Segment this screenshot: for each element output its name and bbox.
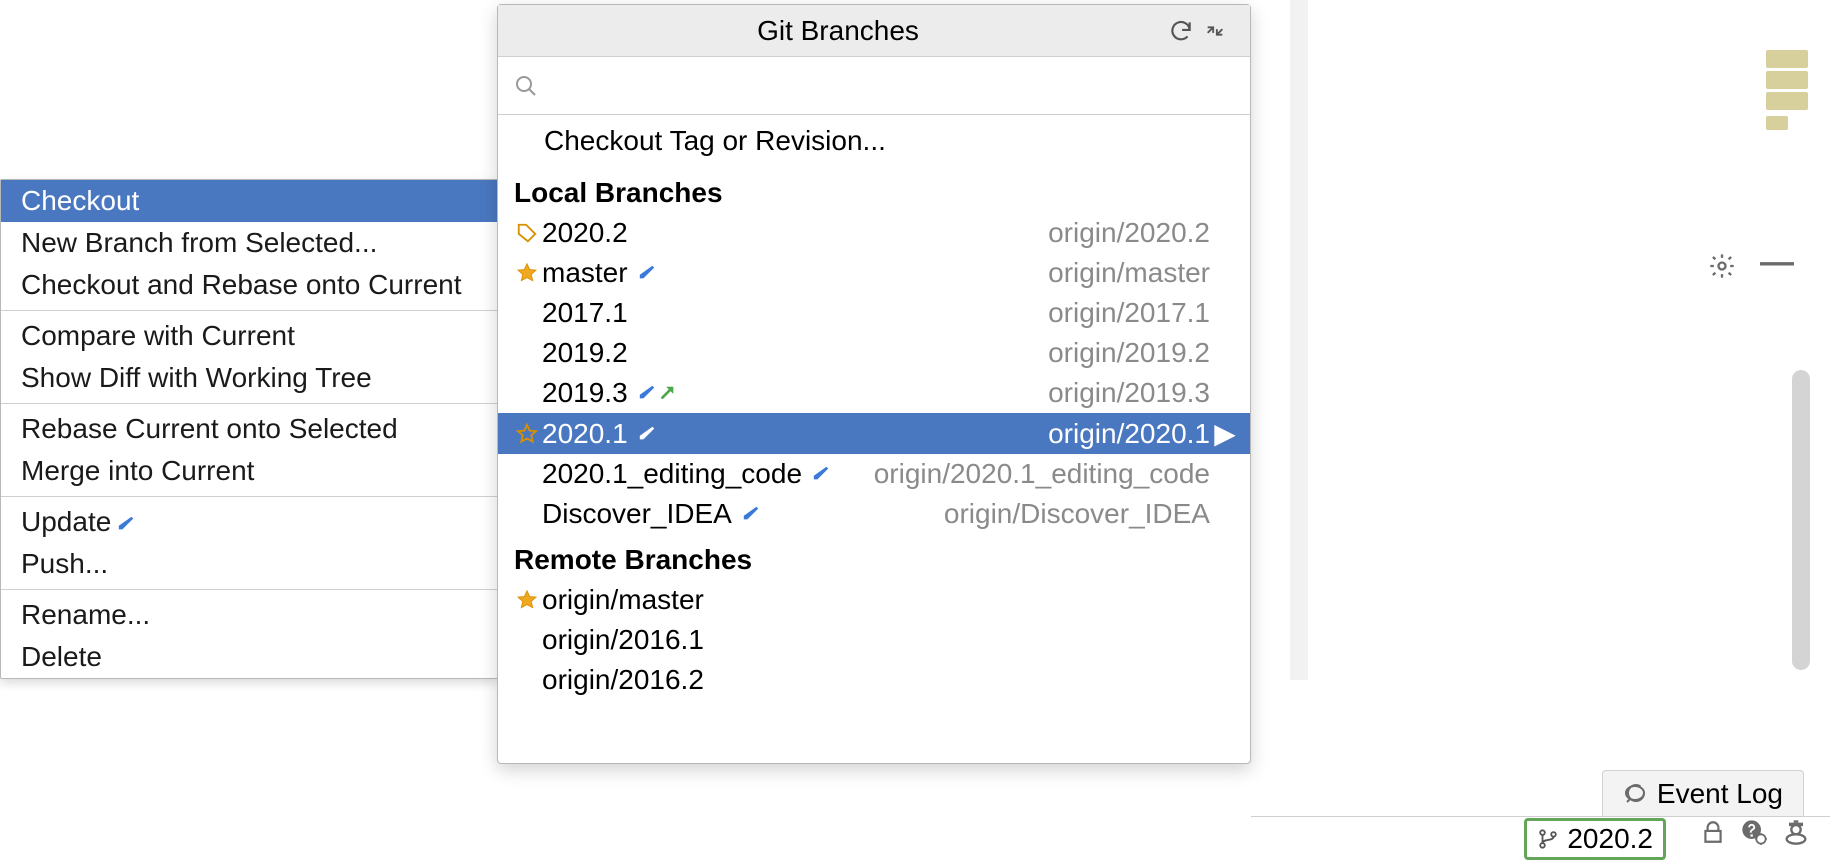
ctx-rename[interactable]: Rename... (1, 594, 497, 636)
tracking-branch: origin/2020.2 (1048, 217, 1210, 249)
submenu-arrow-icon: ▶ (1214, 417, 1236, 450)
branch-name: 2020.1 (542, 418, 628, 450)
branch-name: 2019.3 (542, 377, 628, 409)
tracking-branch: origin/2019.3 (1048, 377, 1210, 409)
branch-master[interactable]: master origin/master (498, 253, 1250, 293)
incoming-icon (638, 425, 656, 443)
speech-bubble-icon (1623, 782, 1647, 806)
incoming-icon (742, 505, 760, 523)
branch-Discover-IDEA[interactable]: Discover_IDEA origin/Discover_IDEA (498, 494, 1250, 534)
tracking-branch: origin/2017.1 (1048, 297, 1210, 329)
popup-header: Git Branches (498, 5, 1250, 57)
event-log-label: Event Log (1657, 778, 1783, 810)
ctx-new-branch-from-selected[interactable]: New Branch from Selected... (1, 222, 497, 264)
ctx-push[interactable]: Push... (1, 543, 497, 585)
collapse-icon[interactable] (1204, 20, 1240, 42)
tracking-branch: origin/2020.1_editing_code (874, 458, 1210, 490)
branch-2020-1-editing-code[interactable]: 2020.1_editing_code origin/2020.1_editing… (498, 454, 1250, 494)
star-icon (512, 589, 542, 611)
branch-name: 2019.2 (542, 337, 628, 369)
ide-mascot-icon[interactable] (1782, 818, 1810, 846)
ctx-show-diff-with-working-tree[interactable]: Show Diff with Working Tree (1, 357, 497, 399)
ctx-rebase-current-onto-selected[interactable]: Rebase Current onto Selected (1, 408, 497, 450)
tag-icon (512, 222, 542, 244)
branch-origin-2016-1[interactable]: origin/2016.1 (498, 620, 1250, 660)
settings-icon[interactable] (1708, 252, 1736, 280)
ctx-merge-into-current[interactable]: Merge into Current (1, 450, 497, 492)
local-branches-header: Local Branches (498, 167, 1250, 213)
incoming-icon (812, 465, 830, 483)
event-log-tab[interactable]: Event Log (1602, 770, 1804, 816)
scrollbar[interactable] (1792, 370, 1810, 670)
padlock-icon[interactable] (1700, 819, 1726, 845)
incoming-icon (638, 264, 656, 282)
star-outline-icon (512, 423, 542, 445)
branch-2020-2[interactable]: 2020.2 origin/2020.2 (498, 213, 1250, 253)
incoming-icon (117, 515, 135, 533)
ctx-checkout-and-rebase-onto-current[interactable]: Checkout and Rebase onto Current (1, 264, 497, 306)
branch-2019-3[interactable]: 2019.3 origin/2019.3 (498, 373, 1250, 413)
branch-icon (1537, 828, 1559, 850)
branch-name: origin/master (542, 584, 704, 616)
refresh-icon[interactable] (1168, 18, 1204, 44)
ctx-checkout[interactable]: Checkout (1, 180, 497, 222)
branch-origin-2016-2[interactable]: origin/2016.2 (498, 660, 1250, 700)
branch-name: 2017.1 (542, 297, 628, 329)
branch-origin-master[interactable]: origin/master (498, 580, 1250, 620)
popup-title: Git Branches (508, 15, 1168, 47)
tracking-branch: origin/master (1048, 257, 1210, 289)
checkout-tag-revision[interactable]: Checkout Tag or Revision... (498, 115, 1250, 167)
branch-context-menu: CheckoutNew Branch from Selected...Check… (0, 179, 498, 679)
branch-name: origin/2016.2 (542, 664, 704, 696)
minimize-icon[interactable]: — (1760, 252, 1794, 280)
branch-2019-2[interactable]: 2019.2 origin/2019.2 (498, 333, 1250, 373)
branch-name: master (542, 257, 628, 289)
star-icon (512, 262, 542, 284)
incoming-icon (638, 384, 656, 402)
branch-name: 2020.1_editing_code (542, 458, 802, 490)
branch-search-input[interactable] (498, 57, 1250, 115)
editor-gutter (1290, 0, 1308, 680)
tracking-branch: origin/Discover_IDEA (944, 498, 1210, 530)
tracking-branch: origin/2020.1 (1048, 418, 1210, 450)
minimap (1766, 50, 1808, 130)
ctx-delete[interactable]: Delete (1, 636, 497, 678)
outgoing-icon (658, 384, 676, 402)
ctx-update[interactable]: Update (1, 501, 497, 543)
branch-2017-1[interactable]: 2017.1 origin/2017.1 (498, 293, 1250, 333)
git-branches-popup: Git Branches Checkout Tag or Revision...… (497, 4, 1251, 764)
remote-branches-header: Remote Branches (498, 534, 1250, 580)
current-branch-widget[interactable]: 2020.2 (1524, 818, 1666, 860)
branch-name: 2020.2 (542, 217, 628, 249)
branch-2020-1[interactable]: 2020.1 origin/2020.1▶ (498, 413, 1250, 454)
tracking-branch: origin/2019.2 (1048, 337, 1210, 369)
branch-name: origin/2016.1 (542, 624, 704, 656)
current-branch-label: 2020.2 (1567, 823, 1653, 855)
help-settings-icon[interactable] (1740, 818, 1768, 846)
branch-name: Discover_IDEA (542, 498, 732, 530)
ctx-compare-with-current[interactable]: Compare with Current (1, 315, 497, 357)
